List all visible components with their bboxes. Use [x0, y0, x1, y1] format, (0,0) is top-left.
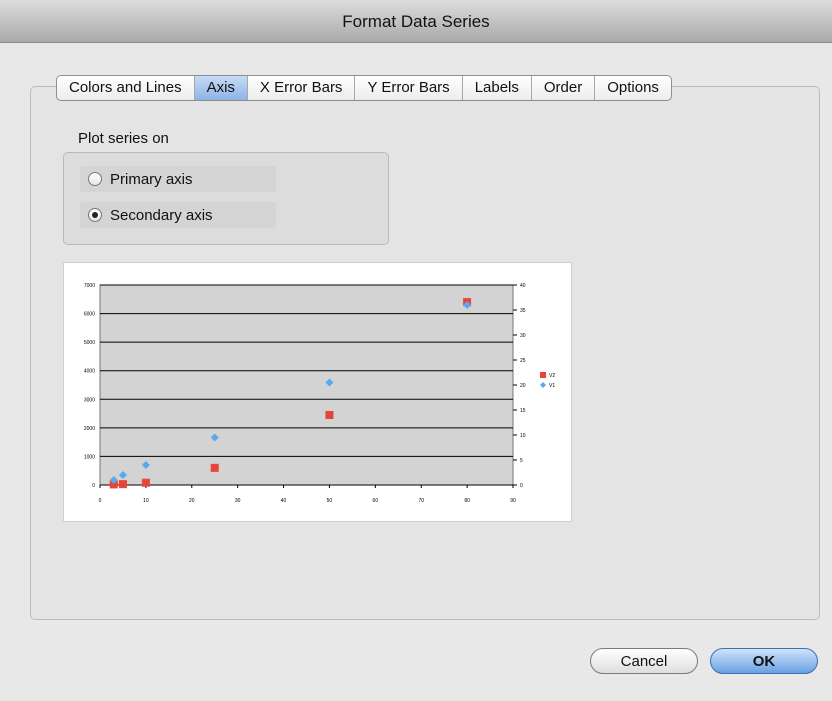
y2-tick-label: 40	[520, 283, 526, 289]
y-tick-label: 1000	[84, 454, 95, 460]
title-bar: Format Data Series	[0, 0, 832, 43]
x-tick-label: 30	[235, 498, 241, 504]
y2-tick-label: 35	[520, 308, 526, 314]
tab-labels[interactable]: Labels	[463, 76, 532, 100]
y-tick-label: 5000	[84, 340, 95, 346]
tab-order[interactable]: Order	[532, 76, 596, 100]
y-tick-label: 0	[92, 483, 95, 489]
legend-label: V2	[549, 373, 555, 379]
legend-swatch	[540, 382, 546, 388]
y2-tick-label: 25	[520, 358, 526, 364]
y2-tick-label: 5	[520, 458, 523, 464]
y2-tick-label: 10	[520, 433, 526, 439]
x-tick-label: 60	[373, 498, 379, 504]
y2-tick-label: 0	[520, 483, 523, 489]
legend-swatch	[540, 372, 546, 378]
x-tick-label: 50	[327, 498, 333, 504]
tab-y-error-bars[interactable]: Y Error Bars	[355, 76, 463, 100]
chart-preview: 0 1000 2000 3000 4000 5000 6000 7000 0 5 10 15 20 25 3…	[63, 262, 572, 522]
y-tick-label: 6000	[84, 312, 95, 318]
tab-bar: Colors and Lines Axis X Error Bars Y Err…	[56, 75, 672, 101]
primary-axis-radio[interactable]	[88, 172, 102, 186]
plot-series-group: Primary axis Secondary axis	[63, 152, 389, 245]
x-tick-label: 90	[510, 498, 516, 504]
x-tick-label: 10	[143, 498, 149, 504]
ok-button[interactable]: OK	[710, 648, 818, 674]
primary-axis-label: Primary axis	[110, 170, 193, 188]
tab-options[interactable]: Options	[595, 76, 671, 100]
window-title: Format Data Series	[342, 12, 490, 31]
y-tick-label: 7000	[84, 283, 95, 289]
x-tick-label: 80	[464, 498, 470, 504]
legend-label: V1	[549, 383, 555, 389]
plot-series-on-label: Plot series on	[78, 130, 169, 147]
y-tick-label: 4000	[84, 369, 95, 375]
secondary-axis-radio[interactable]	[88, 208, 102, 222]
tab-colors-and-lines[interactable]: Colors and Lines	[57, 76, 195, 100]
y2-tick-label: 30	[520, 333, 526, 339]
secondary-axis-label: Secondary axis	[110, 206, 213, 224]
secondary-axis-option[interactable]: Secondary axis	[80, 202, 276, 228]
y-tick-label: 2000	[84, 426, 95, 432]
y-tick-label: 3000	[84, 397, 95, 403]
tab-axis[interactable]: Axis	[194, 76, 248, 100]
tab-x-error-bars[interactable]: X Error Bars	[248, 76, 356, 100]
data-point-v2	[210, 463, 219, 472]
y2-tick-label: 15	[520, 408, 526, 414]
y2-tick-label: 20	[520, 383, 526, 389]
data-point-v2	[141, 478, 150, 487]
x-tick-label: 0	[99, 498, 102, 504]
data-point-v2	[118, 480, 127, 489]
primary-axis-option[interactable]: Primary axis	[80, 166, 276, 192]
x-tick-label: 20	[189, 498, 195, 504]
x-tick-label: 70	[418, 498, 424, 504]
x-tick-label: 40	[281, 498, 287, 504]
plot-area	[99, 284, 514, 486]
chart-svg: 0 1000 2000 3000 4000 5000 6000 7000 0 5 10 15 20 25 3…	[84, 283, 555, 504]
cancel-button[interactable]: Cancel	[590, 648, 698, 674]
ok-button-label: OK	[752, 653, 776, 670]
data-point-v2	[325, 411, 334, 419]
